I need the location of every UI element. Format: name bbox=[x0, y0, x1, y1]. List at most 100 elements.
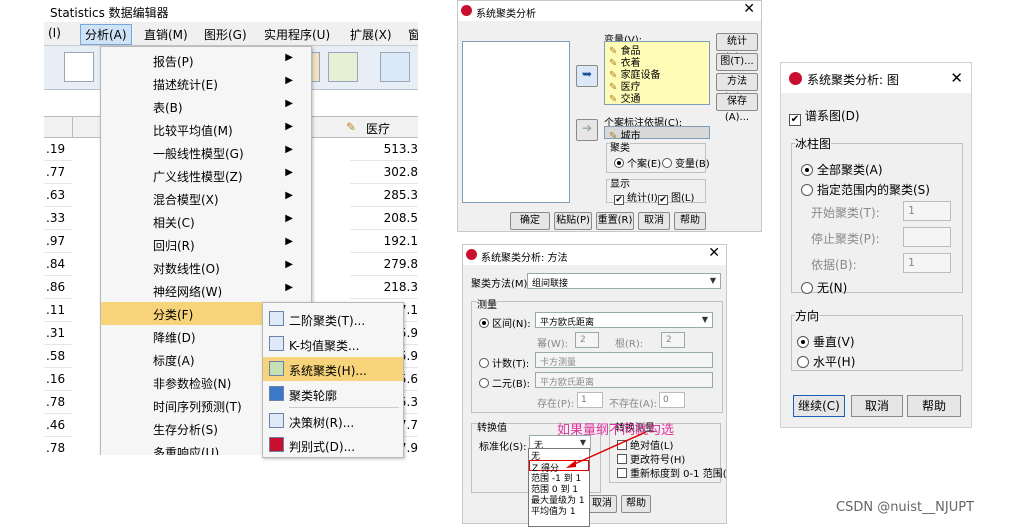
grid-cell[interactable]: .97 bbox=[44, 230, 72, 253]
help-button[interactable]: 帮助 bbox=[674, 212, 706, 230]
dialog-recall-icon[interactable] bbox=[64, 52, 94, 82]
move-label-button[interactable]: ➔ bbox=[576, 119, 598, 141]
grid-cell[interactable]: .77 bbox=[44, 161, 72, 184]
vertical-option[interactable]: 垂直(V) bbox=[797, 333, 855, 350]
menu-item-analyze[interactable]: 分析(A) bbox=[80, 24, 132, 45]
plots-button[interactable]: 图(T)... bbox=[716, 53, 758, 71]
analyze-menu-item[interactable]: 相关(C) ▶ bbox=[101, 210, 311, 233]
binary-measure-combo[interactable]: 平方欧氏距离 bbox=[535, 372, 713, 388]
counts-option[interactable]: 计数(T): bbox=[479, 355, 529, 370]
plots-cancel-button[interactable]: 取消 bbox=[851, 395, 903, 417]
analyze-menu-item[interactable]: 比较平均值(M) ▶ bbox=[101, 118, 311, 141]
close-icon[interactable]: ✕ bbox=[708, 245, 720, 261]
grid-cell[interactable]: .16 bbox=[44, 368, 72, 391]
move-variables-button[interactable]: ➥ bbox=[576, 65, 598, 87]
variable-list-item[interactable]: ✎ 食品 bbox=[605, 42, 709, 57]
analyze-menu-item[interactable]: 描述统计(E) ▶ bbox=[101, 72, 311, 95]
menu-item-window[interactable]: 窗 bbox=[408, 26, 418, 43]
dendrogram-checkbox[interactable]: ✔ 谱系图(D) bbox=[789, 107, 860, 126]
display-statistics-checkbox[interactable]: ✔ 统计(I) bbox=[614, 189, 658, 205]
submenu-hierarchical-cluster[interactable]: 系统聚类(H)... bbox=[263, 357, 403, 381]
grid-cell[interactable]: 192.1 bbox=[350, 230, 418, 253]
grid-cell[interactable]: .33 bbox=[44, 207, 72, 230]
save-button[interactable]: 保存(A)... bbox=[716, 93, 758, 123]
analyze-menu-item[interactable]: 表(B) ▶ bbox=[101, 95, 311, 118]
cancel-button[interactable]: 取消 bbox=[638, 212, 670, 230]
grid-cell[interactable]: 208.5 bbox=[350, 207, 418, 230]
dropdown-option-range-neg1-1[interactable]: 范围 -1 到 1 bbox=[529, 471, 589, 484]
grid-cell[interactable]: .78 bbox=[44, 391, 72, 414]
grid-cell[interactable]: .58 bbox=[44, 345, 72, 368]
grid-cell[interactable]: 513.3 bbox=[350, 138, 418, 161]
column-header-medical[interactable]: 医疗 bbox=[366, 120, 390, 137]
method-button[interactable]: 方法(M)... bbox=[716, 73, 758, 103]
horizontal-option[interactable]: 水平(H) bbox=[797, 353, 855, 370]
menu-item-data[interactable]: (I) bbox=[48, 26, 61, 40]
grid-cell[interactable]: .31 bbox=[44, 322, 72, 345]
range-clusters-option[interactable]: 指定范围内的聚类(S) bbox=[801, 181, 930, 198]
analyze-menu-item[interactable]: 广义线性模型(Z) ▶ bbox=[101, 164, 311, 187]
interval-option[interactable]: 区间(N): bbox=[479, 315, 531, 330]
binary-option[interactable]: 二元(B): bbox=[479, 375, 530, 390]
analyze-menu-item[interactable]: 回归(R) ▶ bbox=[101, 233, 311, 256]
present-field[interactable]: 1 bbox=[577, 392, 603, 408]
selected-variables-list[interactable]: ✎ 食品 ✎ 衣着 ✎ 家庭设备 ✎ 医疗 ✎ 交通 bbox=[604, 41, 710, 105]
dropdown-option-max-magnitude[interactable]: 最大量级为 1 bbox=[529, 493, 589, 506]
analyze-menu-item[interactable]: 神经网络(W) ▶ bbox=[101, 279, 311, 302]
analyze-menu-item[interactable]: 报告(P) ▶ bbox=[101, 49, 311, 72]
cluster-method-combo[interactable]: 组间联接 ▼ bbox=[527, 273, 721, 289]
grid-cell[interactable]: 285.3 bbox=[350, 184, 418, 207]
grid-cell[interactable]: 218.3 bbox=[350, 276, 418, 299]
close-icon[interactable]: ✕ bbox=[950, 69, 963, 87]
plots-help-button[interactable]: 帮助 bbox=[907, 395, 961, 417]
label-cases-field[interactable]: ✎ 城市 bbox=[604, 126, 710, 142]
none-option[interactable]: 无(N) bbox=[801, 279, 847, 296]
counts-measure-combo[interactable]: 卡方测量 bbox=[535, 352, 713, 368]
reset-button[interactable]: 重置(R) bbox=[596, 212, 634, 230]
submenu-decision-tree[interactable]: 决策树(R)... bbox=[263, 409, 403, 433]
submenu-discriminant[interactable]: 判别式(D)... bbox=[263, 433, 403, 457]
by-field[interactable]: 1 bbox=[903, 253, 951, 273]
variable-list-item[interactable]: ✎ 衣着 bbox=[605, 54, 709, 69]
submenu-cluster-silhouettes[interactable]: 聚类轮廓 bbox=[263, 382, 403, 406]
stop-cluster-field[interactable] bbox=[903, 227, 951, 247]
grid-cell[interactable]: .78 bbox=[44, 437, 72, 455]
cluster-cases-option[interactable]: 个案(E) bbox=[614, 155, 661, 170]
menu-item-utilities[interactable]: 实用程序(U) bbox=[264, 26, 330, 43]
grid-cell[interactable]: .46 bbox=[44, 414, 72, 437]
grid-cell[interactable]: .19 bbox=[44, 138, 72, 161]
grid-cell[interactable]: 279.8 bbox=[350, 253, 418, 276]
variable-list-item[interactable]: ✎ 家庭设备 bbox=[605, 66, 709, 81]
variable-list-item[interactable]: ✎ 交通 bbox=[605, 90, 709, 105]
method-help-button[interactable]: 帮助 bbox=[621, 495, 651, 513]
cluster-variables-option[interactable]: 变量(B) bbox=[662, 155, 710, 170]
grid-cell[interactable]: 302.8 bbox=[350, 161, 418, 184]
split-file-icon[interactable] bbox=[328, 52, 358, 82]
menu-item-graphs[interactable]: 图形(G) bbox=[204, 26, 247, 43]
display-plots-checkbox[interactable]: ✔ 图(L) bbox=[658, 189, 694, 205]
grid-cell[interactable]: .86 bbox=[44, 276, 72, 299]
menu-item-direct-marketing[interactable]: 直销(M) bbox=[144, 26, 188, 43]
grid-cell[interactable]: .84 bbox=[44, 253, 72, 276]
grid-cell[interactable]: .63 bbox=[44, 184, 72, 207]
close-icon[interactable]: ✕ bbox=[743, 1, 755, 17]
continue-button[interactable]: 继续(C) bbox=[793, 395, 845, 417]
power-combo[interactable]: 2 bbox=[575, 332, 599, 348]
submenu-twostep-cluster[interactable]: 二阶聚类(T)... bbox=[263, 307, 403, 331]
start-cluster-field[interactable]: 1 bbox=[903, 201, 951, 221]
menu-item-extensions[interactable]: 扩展(X) bbox=[350, 26, 392, 43]
ok-button[interactable]: 确定 bbox=[510, 212, 550, 230]
absent-field[interactable]: 0 bbox=[659, 392, 685, 408]
analyze-menu-item[interactable]: 对数线性(O) ▶ bbox=[101, 256, 311, 279]
grid-cell[interactable]: .11 bbox=[44, 299, 72, 322]
submenu-kmeans-cluster[interactable]: K-均值聚类... bbox=[263, 332, 403, 356]
statistics-button[interactable]: 统计(S)... bbox=[716, 33, 758, 63]
all-clusters-option[interactable]: 全部聚类(A) bbox=[801, 161, 883, 178]
analyze-menu-item[interactable]: 一般线性模型(G) ▶ bbox=[101, 141, 311, 164]
paste-button[interactable]: 粘贴(P) bbox=[554, 212, 592, 230]
source-variable-list[interactable] bbox=[462, 41, 570, 203]
interval-measure-combo[interactable]: 平方欧氏距离 ▼ bbox=[535, 312, 713, 328]
method-cancel-button[interactable]: 取消 bbox=[587, 495, 617, 513]
root-combo[interactable]: 2 bbox=[661, 332, 685, 348]
analyze-menu-item[interactable]: 混合模型(X) ▶ bbox=[101, 187, 311, 210]
